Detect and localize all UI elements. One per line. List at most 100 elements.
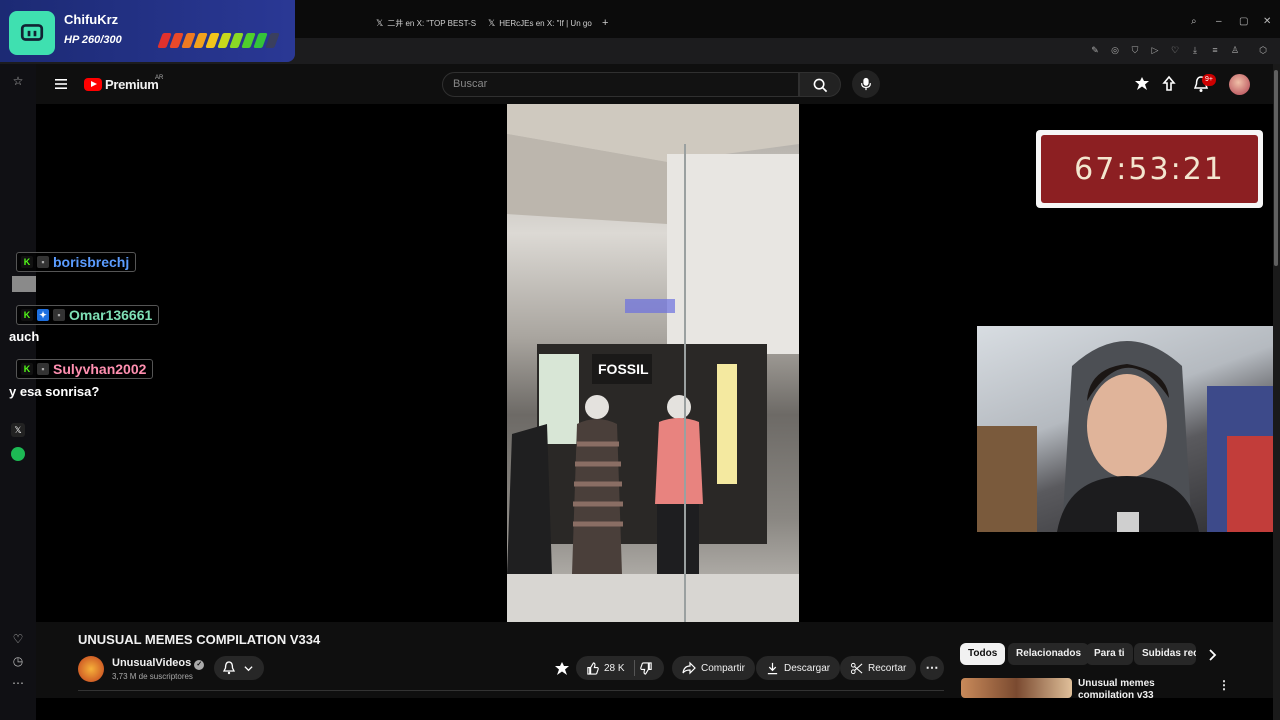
share-label: Compartir (701, 662, 745, 674)
stream-timer: 67:53:21 (1036, 130, 1263, 208)
minimize-icon[interactable]: – (1216, 16, 1222, 27)
create-icon[interactable] (1133, 75, 1151, 93)
video-scene: FOSSIL (507, 104, 799, 622)
browser-tab[interactable]: 𝕏 HERcJEs en X: "If | Un go (488, 14, 592, 32)
spotify-icon[interactable] (9, 447, 27, 465)
more-actions-button[interactable]: ⋯ (920, 656, 944, 680)
video-frame[interactable]: FOSSIL (507, 104, 799, 622)
streamer-webcam (977, 326, 1280, 532)
filter-chip-todos[interactable]: Todos (960, 643, 1006, 665)
filter-chip-relacionados[interactable]: Relacionados (1008, 643, 1090, 665)
chevron-right-icon[interactable] (1206, 648, 1218, 662)
more-options-icon[interactable]: ⋮ (1218, 678, 1230, 692)
filter-chip-subidas[interactable]: Subidas rec (1134, 643, 1196, 665)
x-icon: 𝕏 (488, 17, 496, 28)
voice-search-button[interactable] (852, 70, 880, 98)
like-dislike-group: 28 K (576, 656, 664, 680)
scissors-icon (850, 662, 863, 674)
store-sign: FOSSIL (598, 361, 649, 377)
channel-name[interactable]: UnusualVideos ✓ (112, 657, 205, 670)
notification-count-badge: 9+ (1202, 74, 1216, 86)
camera-icon[interactable]: ◎ (1109, 44, 1121, 56)
search-tabs-icon[interactable]: ⌕ (1191, 16, 1197, 27)
hp-bar (157, 33, 280, 48)
like-button[interactable]: 28 K (586, 661, 625, 675)
divider (633, 660, 635, 676)
account-avatar[interactable] (1229, 74, 1250, 95)
download-icon[interactable]: ⤓ (1189, 44, 1201, 56)
profile-icon[interactable]: ♙ (1229, 44, 1241, 56)
share-icon (682, 661, 696, 675)
plus-icon: + (602, 17, 609, 29)
chat-username: borisbrechj (53, 254, 130, 270)
chat-message: auch (9, 329, 40, 344)
subscriber-count: 3,73 M de suscriptores (112, 672, 193, 681)
hamburger-menu-icon[interactable] (54, 77, 68, 91)
download-icon (767, 662, 778, 674)
verified-badge-icon: ✦ (37, 309, 49, 321)
kick-badge-icon: K (21, 256, 33, 268)
clip-button[interactable]: Recortar (840, 656, 917, 680)
chat-username-tag: K ▪ Sulyvhan2002 (16, 359, 154, 379)
download-label: Descargar (784, 662, 831, 674)
timer-display: 67:53:21 (1041, 135, 1258, 203)
kick-logo-icon (9, 11, 55, 55)
sub-badge-icon: ▪ (53, 309, 65, 321)
chevron-down-icon (244, 666, 253, 672)
more-icon[interactable]: ⋯ (9, 674, 27, 692)
player-name: ChifuKrz (64, 12, 119, 27)
tab-label: 二井 en X: "TOP BEST-S (387, 18, 477, 28)
browser-tab[interactable]: 𝕏 二井 en X: "TOP BEST-S (376, 14, 476, 32)
edit-icon[interactable]: ✎ (1089, 44, 1101, 56)
thumbs-down-icon (639, 661, 652, 675)
star-icon[interactable]: ☆ (9, 72, 27, 90)
chat-username-tag: K ✦ ▪ Omar136661 (16, 305, 160, 325)
chat-emote (12, 276, 36, 292)
close-window-icon[interactable]: ✕ (1263, 16, 1271, 27)
brand-label: Premium (105, 77, 159, 92)
thumbs-up-icon (587, 661, 599, 675)
verified-icon: ✓ (194, 660, 205, 670)
chat-message: y esa sonrisa? (9, 384, 100, 399)
filter-chip-para-ti[interactable]: Para ti (1086, 643, 1133, 665)
player-hp: HP 260/300 (64, 34, 122, 46)
video-title: UNUSUAL MEMES COMPILATION V334 (78, 632, 321, 647)
shield-icon[interactable]: ⛉ (1129, 44, 1141, 56)
bell-icon (222, 661, 236, 675)
history-icon[interactable]: ◷ (9, 652, 27, 670)
webcam-scene (977, 341, 1280, 532)
subscription-bell-button[interactable] (214, 656, 264, 680)
maximize-icon[interactable]: ▢ (1239, 16, 1248, 27)
search-button[interactable] (799, 72, 841, 97)
download-button[interactable]: Descargar (756, 656, 841, 680)
recommended-thumbnail[interactable] (961, 678, 1072, 698)
dislike-button[interactable] (639, 661, 653, 675)
search-input[interactable]: Buscar (442, 72, 799, 97)
heart-icon[interactable]: ♡ (1169, 44, 1181, 56)
kick-badge-icon: K (21, 363, 33, 375)
youtube-logo[interactable]: Premium (84, 77, 159, 92)
heart-icon[interactable]: ♡ (9, 630, 27, 648)
kick-badge-icon: K (21, 309, 33, 321)
upload-icon[interactable] (1160, 75, 1178, 93)
menu-icon[interactable]: ≡ (1209, 44, 1221, 56)
chat-username-tag: K ▪ borisbrechj (16, 252, 137, 272)
create-icon[interactable] (553, 660, 571, 678)
share-button[interactable]: Compartir (672, 656, 755, 680)
x-icon: 𝕏 (376, 17, 384, 28)
youtube-play-icon (84, 78, 102, 91)
play-icon[interactable]: ▷ (1149, 44, 1161, 56)
sub-badge-icon: ▪ (37, 256, 49, 268)
x-icon[interactable]: 𝕏 (9, 420, 27, 438)
region-code: AR (155, 75, 164, 81)
channel-avatar[interactable] (78, 656, 104, 682)
more-icon: ⋯ (925, 660, 939, 675)
page-bottom (36, 698, 1273, 720)
extension-icon[interactable]: ⬡ (1257, 44, 1269, 56)
recommended-title[interactable]: Unusual memes compilation v33 (1078, 678, 1208, 698)
new-tab-button[interactable]: + (602, 14, 608, 32)
like-count: 28 K (604, 662, 625, 674)
scrollbar-thumb[interactable] (1274, 70, 1278, 266)
sub-badge-icon: ▪ (37, 363, 49, 375)
tab-label: HERcJEs en X: "If | Un go (499, 18, 592, 28)
